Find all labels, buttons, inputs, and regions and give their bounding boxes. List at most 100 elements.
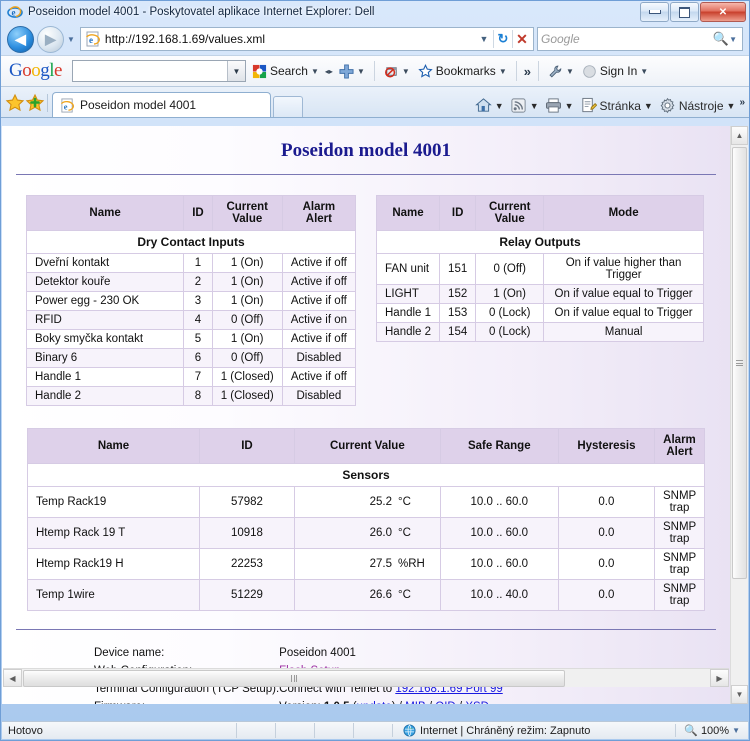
google-g-icon	[252, 64, 267, 78]
search-provider-caret-icon[interactable]: ▼	[729, 35, 737, 44]
recent-pages-caret-icon[interactable]: ▼	[67, 35, 75, 44]
table-row: Handle 281 (Closed) Disabled	[25, 386, 357, 406]
google-search-field[interactable]: ▼	[71, 60, 246, 82]
input-value: 0 (Off)	[211, 348, 283, 368]
scroll-up-button[interactable]: ▲	[731, 126, 748, 145]
page-title: Poseidon model 4001	[281, 140, 451, 161]
internet-explorer-icon: e	[7, 6, 23, 18]
input-value: 1 (On)	[211, 272, 283, 292]
svg-text:e: e	[64, 101, 68, 111]
poseidon-document: Poseidon model 4001 Dry Contact Inputs N…	[2, 126, 730, 704]
feeds-caret-icon[interactable]: ▼	[530, 101, 539, 111]
input-name: Dveřní kontakt	[25, 253, 185, 273]
tools-menu-caret-icon[interactable]: ▼	[727, 101, 736, 111]
horizontal-thumb-grip-icon	[291, 674, 297, 682]
print-button[interactable]: ▼	[543, 97, 576, 114]
input-id: 8	[183, 386, 213, 406]
horizontal-scrollbar-thumb[interactable]	[23, 669, 565, 687]
home-button[interactable]: ▼	[473, 97, 506, 114]
table-row: FAN unit 151 0 (Off) On if value higher tha…	[375, 253, 704, 285]
security-zone-label: Internet | Chráněný režim: Zapnuto	[420, 724, 591, 737]
maximize-button[interactable]	[670, 2, 699, 22]
add-to-favorites-icon[interactable]	[25, 93, 45, 113]
address-bar[interactable]: e http://192.168.1.69/values.xml ▼ ↻ ✕	[79, 27, 534, 51]
input-name: Handle 2	[25, 386, 185, 406]
stop-button[interactable]: ✕	[513, 31, 531, 48]
new-tab-button[interactable]	[273, 96, 303, 117]
scroll-down-button[interactable]: ▼	[731, 685, 748, 704]
mib-link[interactable]: MIB	[405, 701, 425, 704]
google-toolbar-overflow-icon[interactable]: »	[524, 64, 531, 79]
google-search-input[interactable]	[73, 61, 227, 81]
google-settings-button[interactable]: ▼	[546, 64, 576, 79]
search-icon[interactable]: 🔍	[713, 31, 729, 47]
google-share-caret-icon[interactable]: ▼	[357, 67, 365, 76]
sensor-unit: %RH	[395, 548, 441, 580]
vertical-scrollbar[interactable]: ▲ ▼	[730, 126, 748, 704]
page-menu-caret-icon[interactable]: ▼	[644, 101, 653, 111]
vertical-scrollbar-thumb[interactable]	[732, 147, 747, 579]
command-bar-overflow-icon[interactable]: »	[739, 97, 745, 108]
sensor-range: 10.0 .. 60.0	[439, 517, 559, 549]
sensor-id: 51229	[198, 579, 295, 611]
google-search-history-caret-icon[interactable]: ▼	[226, 61, 245, 81]
minimize-button[interactable]	[640, 2, 669, 22]
horizontal-scrollbar[interactable]: ◀ ▶	[3, 668, 729, 687]
firmware-update-link[interactable]: update	[357, 701, 392, 704]
scroll-left-button[interactable]: ◀	[3, 669, 22, 687]
input-value: 1 (Closed)	[211, 367, 283, 387]
home-caret-icon[interactable]: ▼	[495, 101, 504, 111]
search-input[interactable]: Google	[541, 32, 713, 46]
command-bar: ▼ ▼ ▼ Stránka ▼ Nástroje ▼ »	[473, 97, 745, 114]
bookmarks-caret-icon[interactable]: ▼	[499, 67, 507, 76]
input-value: 1 (Closed)	[211, 386, 283, 406]
relay-id: 151	[439, 253, 477, 285]
browser-window: e Poseidon model 4001 - Poskytovatel apl…	[0, 0, 750, 741]
google-search-button[interactable]: Search ▼	[250, 64, 321, 79]
xsd-link[interactable]: XSD	[465, 701, 489, 704]
refresh-button[interactable]: ↻	[494, 31, 512, 47]
security-zone[interactable]: Internet | Chráněný režim: Zapnuto	[392, 724, 675, 737]
tab-favicon-icon: e	[60, 97, 74, 113]
sensors-caption: Sensors	[27, 463, 705, 487]
input-alarm: Active if off	[281, 291, 357, 311]
forward-button[interactable]: ▶	[37, 25, 64, 53]
print-caret-icon[interactable]: ▼	[565, 101, 574, 111]
feeds-button[interactable]: ▼	[508, 97, 541, 114]
browser-search-box[interactable]: Google 🔍 ▼	[537, 27, 743, 51]
favorites-separator	[47, 94, 48, 112]
gear-icon	[660, 97, 675, 114]
google-search-caret-icon[interactable]: ▼	[311, 67, 319, 76]
zoom-control[interactable]: 🔍 100% ▼	[675, 724, 748, 737]
input-alarm: Disabled	[281, 348, 357, 368]
zoom-caret-icon[interactable]: ▼	[732, 726, 740, 735]
signin-caret-icon[interactable]: ▼	[640, 67, 648, 76]
bookmarks-button[interactable]: Bookmarks ▼	[416, 63, 509, 79]
oid-link[interactable]: OID	[435, 701, 455, 704]
input-id: 3	[183, 291, 213, 311]
close-button[interactable]: ✕	[700, 2, 746, 22]
page-menu-button[interactable]: Stránka ▼	[578, 97, 655, 114]
google-toolbar-nav-caret-icon[interactable]: ◂▸	[325, 67, 333, 76]
scroll-right-button[interactable]: ▶	[710, 669, 729, 687]
table-row: Power egg - 230 OK 3 1 (On) Active if off	[25, 291, 357, 311]
firmware-label: Firmware:	[94, 698, 279, 704]
google-settings-caret-icon[interactable]: ▼	[566, 67, 574, 76]
table-row: Handle 1 153 0 (Lock) On if value equal to …	[375, 303, 704, 323]
tab-poseidon-model-4001[interactable]: e Poseidon model 4001	[52, 92, 271, 117]
address-text[interactable]: http://192.168.1.69/values.xml	[105, 32, 475, 46]
sensors-table: Sensors Name ID Current Value Safe Range…	[27, 428, 706, 611]
back-button[interactable]: ◀	[7, 25, 34, 53]
header-alarm-alert: Alarm Alert	[653, 428, 706, 464]
input-alarm: Disabled	[281, 386, 357, 406]
popup-blocker-caret-icon[interactable]: ▼	[402, 67, 410, 76]
vertical-scrollbar-track[interactable]	[731, 581, 748, 685]
popup-blocker-button[interactable]: ▼	[382, 64, 412, 79]
table-row: Detektor kouře 2 1 (On) Active if off	[25, 272, 357, 292]
google-signin-button[interactable]: Sign In ▼	[580, 64, 650, 79]
address-dropdown-button[interactable]: ▼	[475, 34, 493, 44]
google-share-button[interactable]: ▼	[337, 63, 367, 79]
firmware-value: Version: 1.0.5 (update) / MIB / OID / XS…	[279, 698, 503, 704]
favorites-center-icon[interactable]	[5, 93, 25, 113]
tools-menu-button[interactable]: Nástroje ▼	[657, 97, 738, 114]
